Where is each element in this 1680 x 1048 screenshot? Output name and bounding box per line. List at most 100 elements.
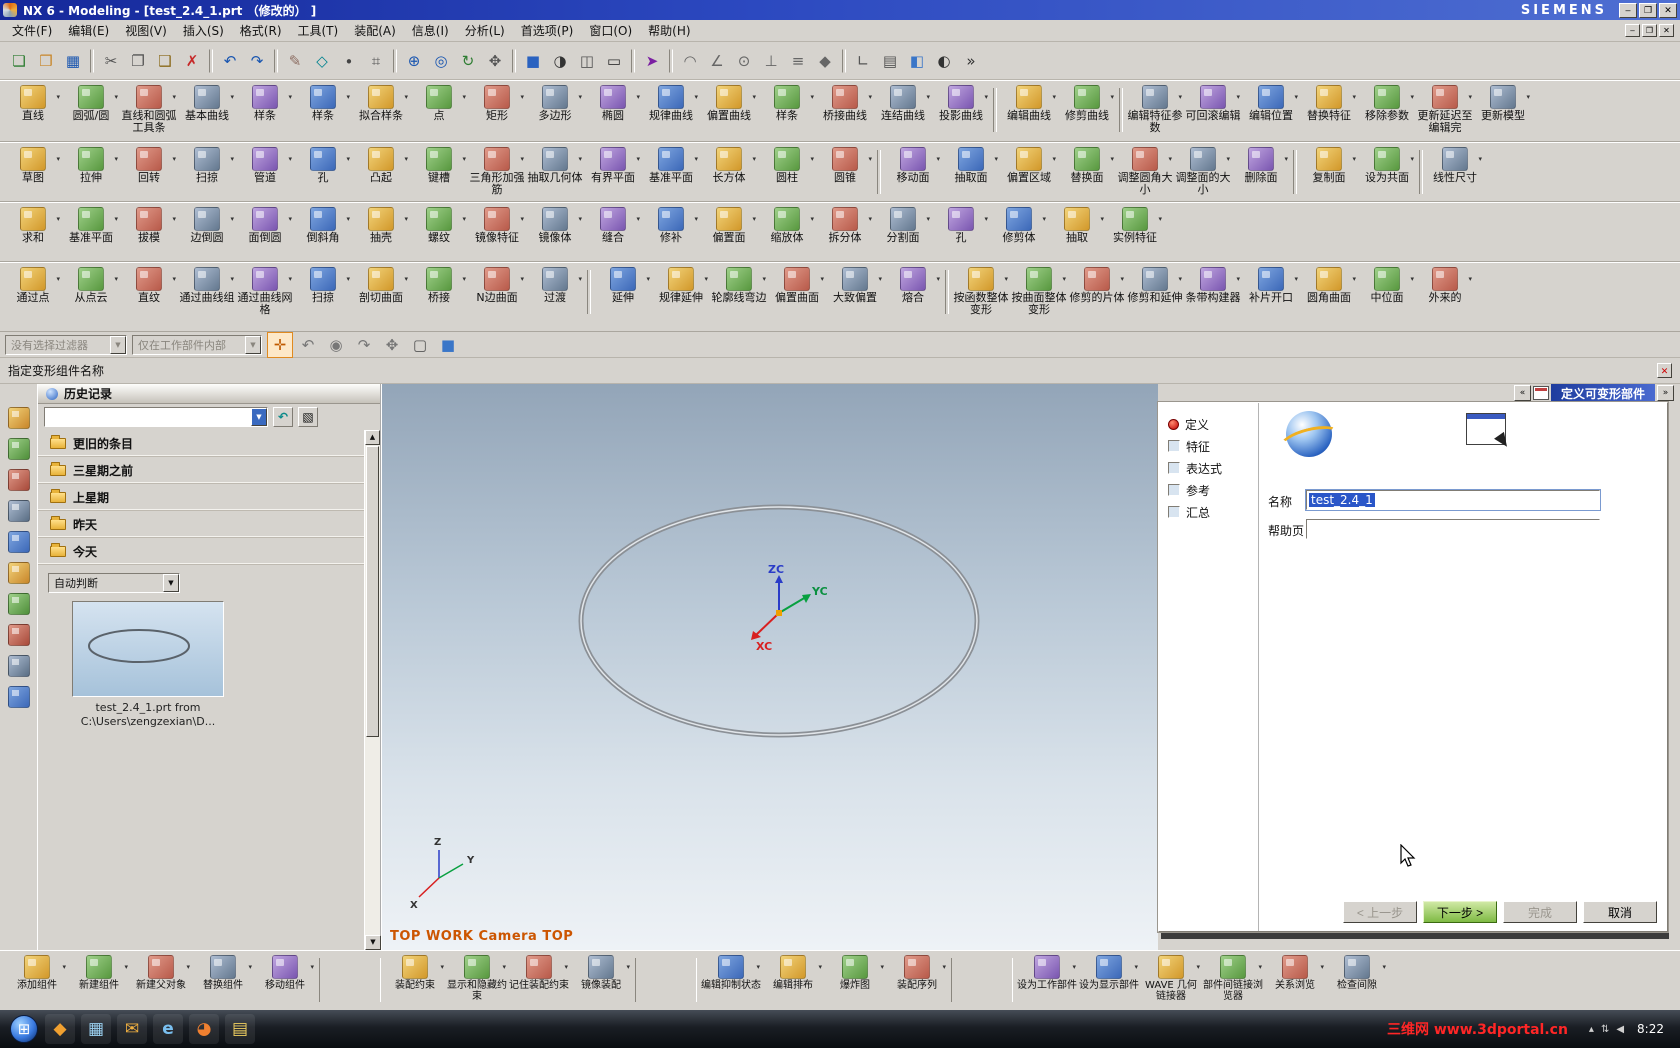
dropdown-arrow-icon[interactable]: ▾ <box>1236 275 1240 283</box>
assembly-button[interactable]: 装配约束 ▾ <box>384 954 446 992</box>
ribbon-button[interactable]: 基准平面 ▾ <box>62 206 120 245</box>
dropdown-arrow-icon[interactable]: ▾ <box>646 275 650 283</box>
assembly-button[interactable]: 设为工作部件 ▾ <box>1016 954 1078 992</box>
history-date-folder[interactable]: 今天 <box>38 538 380 565</box>
snap-parallel-icon[interactable]: ≡ <box>785 48 811 74</box>
dropdown-arrow-icon[interactable]: ▾ <box>694 215 698 223</box>
separator[interactable] <box>209 48 213 73</box>
ribbon-button[interactable]: 熔合 ▾ <box>884 266 942 305</box>
dropdown-arrow-icon[interactable]: ▾ <box>756 963 760 971</box>
dropdown-arrow-icon[interactable]: ▾ <box>820 275 824 283</box>
dropdown-arrow-icon[interactable]: ▾ <box>56 155 60 163</box>
ribbon-button[interactable]: 管道 ▾ <box>236 146 294 185</box>
move-object-icon[interactable]: ➤ <box>639 48 665 74</box>
dropdown-arrow-icon[interactable]: ▾ <box>1226 155 1230 163</box>
dropdown-arrow-icon[interactable]: ▾ <box>288 93 292 101</box>
close-icon[interactable]: ✕ <box>1657 363 1672 378</box>
rotate-view-icon[interactable]: ↻ <box>455 48 481 74</box>
dropdown-arrow-icon[interactable]: ▾ <box>114 215 118 223</box>
dropdown-arrow-icon[interactable]: ▾ <box>942 963 946 971</box>
dropdown-arrow-icon[interactable]: ▾ <box>694 93 698 101</box>
ribbon-button[interactable]: 中位面 ▾ <box>1358 266 1416 305</box>
scroll-down-icon[interactable]: ▼ <box>365 935 381 950</box>
snap-center-icon[interactable]: ⊙ <box>731 48 757 74</box>
menu-item[interactable]: 窗口(O) <box>581 20 640 41</box>
dropdown-arrow-icon[interactable]: ▾ <box>56 215 60 223</box>
dropdown-arrow-icon[interactable]: ▾ <box>810 155 814 163</box>
wizard-button[interactable]: 下一步 > <box>1423 901 1497 923</box>
move-handles-icon[interactable]: ✥ <box>379 332 405 358</box>
dropdown-arrow-icon[interactable]: ▾ <box>868 155 872 163</box>
marquee-select-icon[interactable]: ▢ <box>407 332 433 358</box>
ribbon-button[interactable]: 镜像特征 ▾ <box>468 206 526 245</box>
wizard-step[interactable]: 定义 <box>1159 413 1258 435</box>
assembly-button[interactable]: ▾ <box>319 958 381 1002</box>
dropdown-arrow-icon[interactable]: ▾ <box>172 215 176 223</box>
dropdown-arrow-icon[interactable]: ▾ <box>1468 93 1472 101</box>
ribbon-button[interactable]: 修剪的片体 ▾ <box>1068 266 1126 305</box>
ribbon-button[interactable]: 螺纹 ▾ <box>410 206 468 245</box>
ribbon-button[interactable]: 可回滚编辑 ▾ <box>1184 84 1242 123</box>
assembly-button[interactable]: 新建组件 ▾ <box>68 954 130 992</box>
dropdown-arrow-icon[interactable]: ▾ <box>1062 275 1066 283</box>
firefox-icon[interactable]: ◕ <box>189 1014 219 1044</box>
assembly-button[interactable]: 检查间隙 ▾ <box>1326 954 1388 992</box>
ribbon-button[interactable]: 补片开口 ▾ <box>1242 266 1300 305</box>
paste-icon[interactable]: ❑ <box>152 48 178 74</box>
ribbon-button[interactable]: 从点云 ▾ <box>62 266 120 305</box>
menu-item[interactable]: 编辑(E) <box>60 20 117 41</box>
dropdown-arrow-icon[interactable]: ▾ <box>1410 155 1414 163</box>
ribbon-button[interactable]: 修补 ▾ <box>642 206 700 245</box>
ribbon-button[interactable]: 草图 ▾ <box>4 146 62 185</box>
ribbon-button[interactable]: 扫掠 ▾ <box>178 146 236 185</box>
calculator-icon[interactable]: ▦ <box>81 1014 111 1044</box>
dropdown-arrow-icon[interactable]: ▾ <box>636 155 640 163</box>
layer-settings-icon[interactable]: ▤ <box>877 48 903 74</box>
redo-selection-icon[interactable]: ↷ <box>351 332 377 358</box>
window-restore-button[interactable]: ❐ <box>1642 24 1657 37</box>
dropdown-arrow-icon[interactable]: ▾ <box>520 93 524 101</box>
dropdown-arrow-icon[interactable]: ▾ <box>704 275 708 283</box>
menu-item[interactable]: 信息(I) <box>404 20 457 41</box>
dropdown-arrow-icon[interactable]: ▾ <box>984 93 988 101</box>
copy-icon[interactable]: ❐ <box>125 48 151 74</box>
dropdown-arrow-icon[interactable]: ▾ <box>752 93 756 101</box>
menu-item[interactable]: 帮助(H) <box>640 20 698 41</box>
dropdown-arrow-icon[interactable]: ▾ <box>936 275 940 283</box>
dropdown-arrow-icon[interactable]: ▾ <box>1468 275 1472 283</box>
nx-taskbar-icon[interactable]: ◆ <box>45 1014 75 1044</box>
ribbon-button[interactable]: 规律曲线 ▾ <box>642 84 700 123</box>
ribbon-button[interactable]: ▾ <box>1119 88 1123 132</box>
dropdown-arrow-icon[interactable]: ▾ <box>520 275 524 283</box>
dropdown-arrow-icon[interactable]: ▾ <box>926 93 930 101</box>
dropdown-arrow-icon[interactable]: ▾ <box>1294 93 1298 101</box>
dropdown-arrow-icon[interactable]: ▾ <box>1158 215 1162 223</box>
dropdown-arrow-icon[interactable]: ▾ <box>186 963 190 971</box>
separator[interactable] <box>669 48 673 73</box>
menu-item[interactable]: 格式(R) <box>232 20 290 41</box>
assembly-button[interactable]: 编辑抑制状态 ▾ <box>700 954 762 992</box>
dialog-title[interactable]: 定义可变形部件 <box>1550 384 1655 402</box>
ribbon-button[interactable]: 拔模 ▾ <box>120 206 178 245</box>
ribbon-button[interactable]: 点 ▾ <box>410 84 468 123</box>
redo-icon[interactable]: ↷ <box>244 48 270 74</box>
dropdown-arrow-icon[interactable]: ▾ <box>1052 155 1056 163</box>
ribbon-button[interactable]: 直纹 ▾ <box>120 266 178 305</box>
ribbon-button[interactable]: 孔 ▾ <box>932 206 990 245</box>
dropdown-arrow-icon[interactable]: ▾ <box>172 275 176 283</box>
dropdown-arrow-icon[interactable]: ▾ <box>926 215 930 223</box>
dropdown-arrow-icon[interactable]: ▾ <box>288 215 292 223</box>
help-page-input[interactable] <box>1306 519 1600 539</box>
ribbon-button[interactable]: 回转 ▾ <box>120 146 178 185</box>
dropdown-arrow-icon[interactable]: ▾ <box>404 93 408 101</box>
assembly-button[interactable]: 设为显示部件 ▾ <box>1078 954 1140 992</box>
hd3d-tool-icon[interactable] <box>7 531 30 553</box>
dropdown-arrow-icon[interactable]: ▾ <box>1236 93 1240 101</box>
ribbon-button[interactable]: 圆角曲面 ▾ <box>1300 266 1358 305</box>
ribbon-button[interactable]: 偏置曲线 ▾ <box>700 84 758 123</box>
sketch-icon[interactable]: ✎ <box>282 48 308 74</box>
history-item[interactable]: test_2.4_1.prt from C:\Users\zengzexian\… <box>38 601 258 729</box>
display-style-icon[interactable]: ▭ <box>601 48 627 74</box>
dropdown-arrow-icon[interactable]: ▾ <box>346 155 350 163</box>
dropdown-arrow-icon[interactable]: ▾ <box>1526 93 1530 101</box>
